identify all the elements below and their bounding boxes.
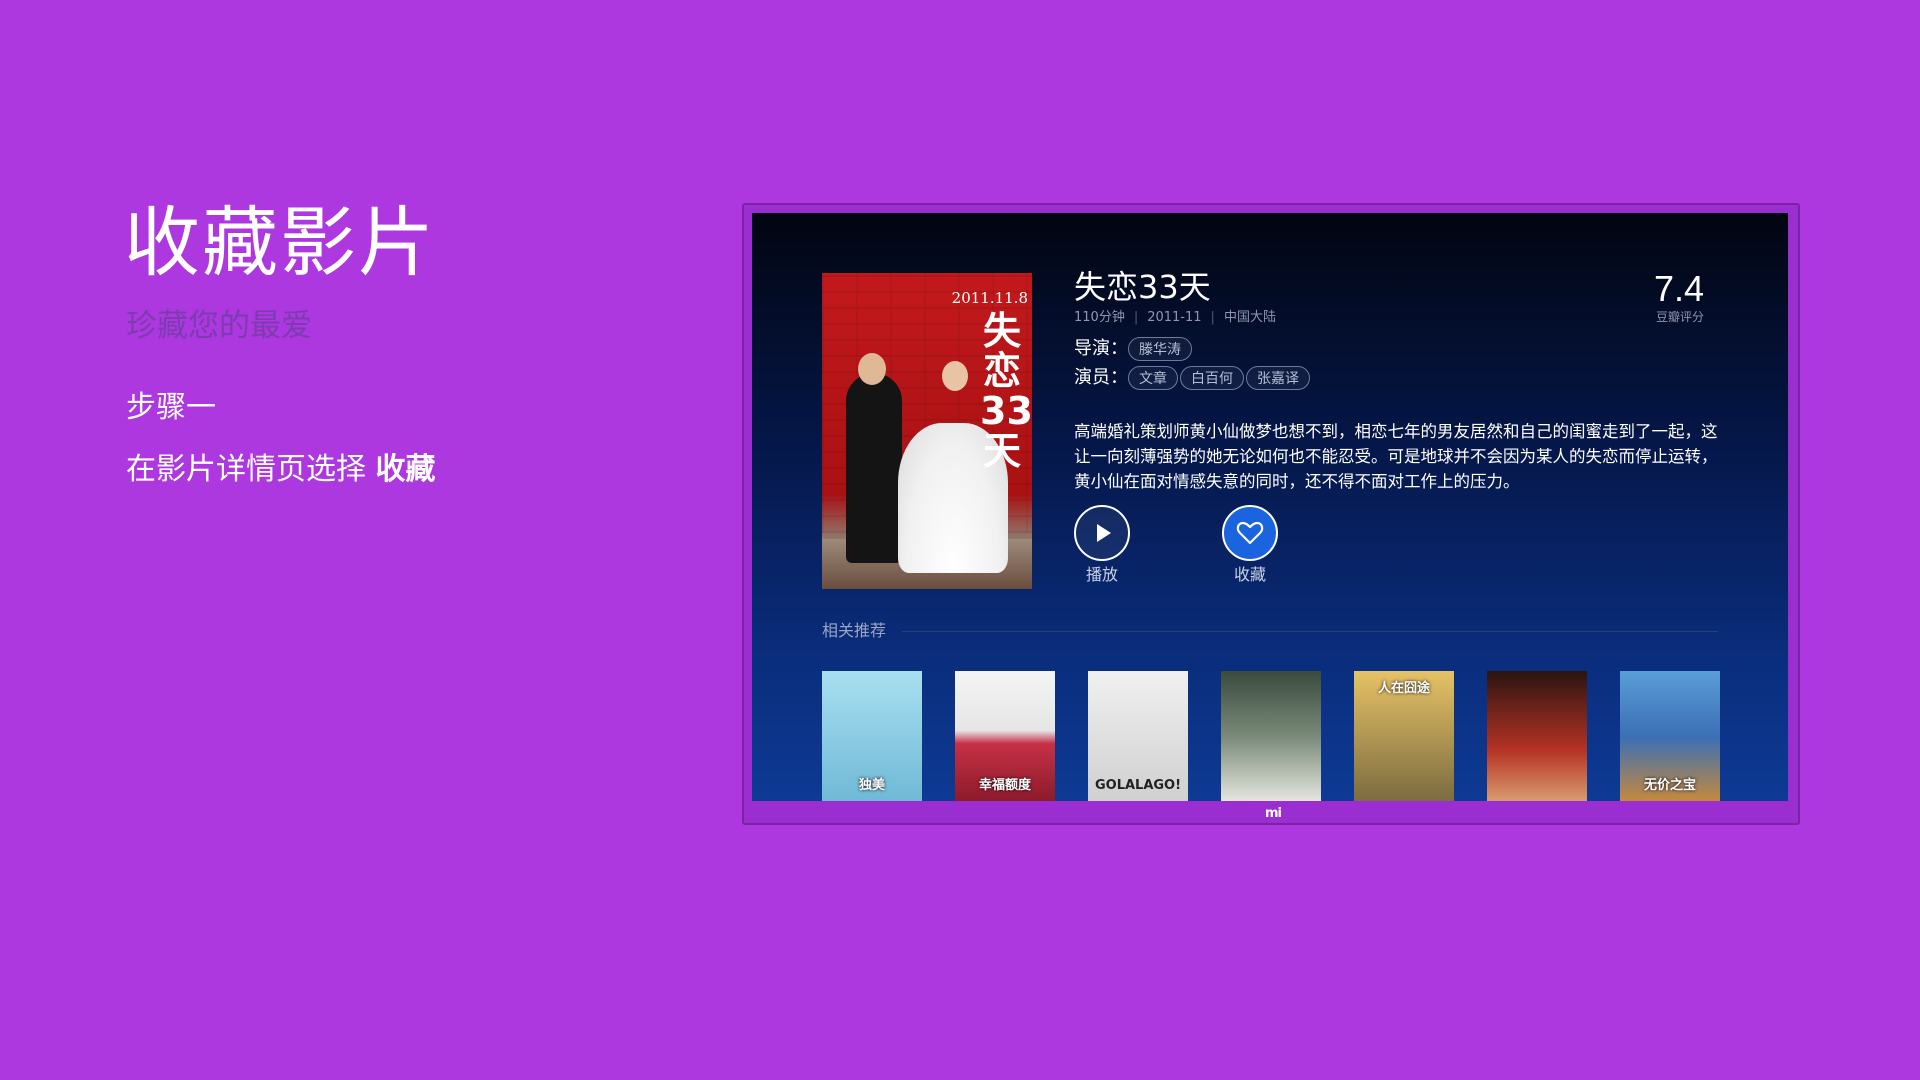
poster-groom-head — [858, 353, 886, 385]
cast-tag[interactable]: 白百何 — [1180, 366, 1244, 390]
movie-duration: 110分钟 — [1074, 310, 1125, 325]
cast-tag[interactable]: 文章 — [1128, 366, 1178, 390]
rating-label: 豆瓣评分 — [1655, 310, 1704, 324]
brand-logo: mi — [1264, 806, 1282, 821]
cast-label: 演员： — [1074, 367, 1128, 388]
play-icon — [1097, 524, 1111, 542]
related-title: 相关推荐 — [822, 621, 887, 640]
movie-title: 失恋33天 — [1074, 268, 1211, 306]
step-label: 步骤一 — [126, 390, 216, 425]
movie-region: 中国大陆 — [1223, 310, 1276, 325]
poster-groom-figure — [846, 373, 902, 563]
page-title: 收藏影片 — [124, 198, 436, 287]
movie-synopsis: 高端婚礼策划师黄小仙做梦也想不到，相恋七年的男友居然和自己的闺蜜走到了一起，这让… — [1074, 422, 1718, 491]
rating-value: 7.4 — [1653, 268, 1704, 309]
tv-screen: 2011.11.8 失恋33天 失恋33天 110分钟 | 2011-11 | 中国大陆… — [752, 213, 1788, 801]
related-movie-caption: 独美 — [858, 778, 885, 793]
movie-poster: 2011.11.8 失恋33天 — [822, 273, 1032, 589]
movie-release: 2011-11 — [1147, 310, 1202, 325]
director-label: 导演： — [1074, 338, 1128, 359]
related-movie-thumb[interactable]: 幸福额度 — [955, 671, 1055, 801]
meta-separator: | — [1133, 310, 1139, 325]
movie-meta: 110分钟 | 2011-11 | 中国大陆 — [1074, 309, 1276, 327]
step-description: 在影片详情页选择 收藏 — [126, 450, 436, 490]
related-divider — [902, 631, 1718, 632]
director-tag[interactable]: 滕华涛 — [1128, 337, 1192, 361]
favorite-button[interactable] — [1222, 505, 1278, 561]
related-movie-thumb[interactable]: 独美 — [822, 671, 922, 801]
related-movie-thumb[interactable] — [1487, 671, 1587, 801]
poster-title: 失恋33天 — [980, 309, 1032, 473]
play-button[interactable] — [1074, 505, 1130, 561]
meta-separator: | — [1210, 310, 1215, 325]
related-movie-thumb[interactable]: 无价之宝 — [1620, 671, 1720, 801]
poster-date: 2011.11.8 — [951, 289, 1028, 307]
rating-block: 7.4 豆瓣评分 — [1654, 269, 1704, 325]
step-description-highlight: 收藏 — [375, 452, 436, 487]
poster-bride-head — [942, 361, 968, 391]
related-movie-caption: GOLALAGO! — [1094, 778, 1182, 793]
page-subtitle: 珍藏您的最爱 — [126, 308, 312, 344]
favorite-label: 收藏 — [1233, 565, 1266, 584]
play-label: 播放 — [1085, 565, 1118, 584]
step-description-text: 在影片详情页选择 — [126, 452, 376, 487]
related-movie-caption: 人在囧途 — [1377, 681, 1430, 696]
related-movie-thumb[interactable]: GOLALAGO! — [1088, 671, 1188, 801]
cast-tag[interactable]: 张嘉译 — [1246, 366, 1310, 390]
related-movie-caption: 无价之宝 — [1643, 778, 1696, 793]
related-movie-thumb[interactable]: 人在囧途 — [1354, 671, 1454, 801]
heart-icon — [1236, 521, 1264, 545]
related-movie-caption: 幸福额度 — [978, 778, 1031, 793]
tv-frame: 2011.11.8 失恋33天 失恋33天 110分钟 | 2011-11 | 中国大陆… — [742, 203, 1800, 825]
related-movie-thumb[interactable] — [1221, 671, 1321, 801]
